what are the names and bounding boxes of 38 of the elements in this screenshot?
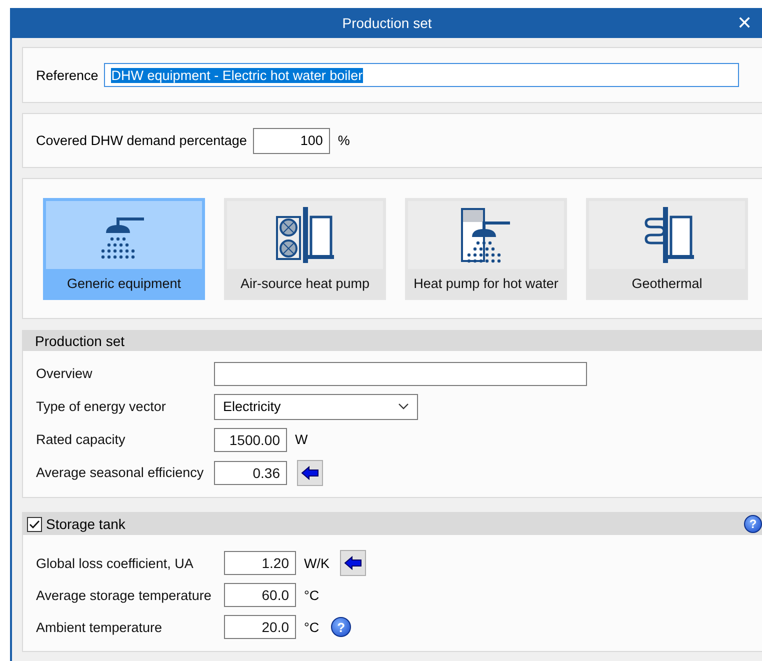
energy-vector-dropdown[interactable]: Electricity	[214, 394, 418, 420]
arrow-left-icon	[301, 466, 319, 480]
close-button[interactable]: ✕	[733, 11, 756, 35]
overview-field[interactable]	[214, 362, 587, 386]
field-label: Reference	[36, 68, 98, 82]
number-field[interactable]: 1.20	[224, 551, 296, 575]
unit-label: °C	[304, 588, 320, 602]
field-label: Type of energy vector	[36, 399, 167, 414]
unit-label: W	[295, 432, 308, 447]
number-field[interactable]: 1500.00	[214, 428, 287, 452]
number-field[interactable]: 20.0	[224, 615, 296, 639]
unit-label: W/K	[304, 556, 330, 570]
assign-button[interactable]	[340, 550, 366, 576]
field-label: Ambient temperature	[36, 620, 164, 634]
reference-field[interactable]: DHW equipment - Electric hot water boiler	[104, 63, 739, 87]
chevron-down-icon	[398, 403, 409, 410]
arrow-left-icon	[344, 556, 362, 570]
field-label: Average seasonal efficiency	[36, 465, 205, 480]
equipment-tile[interactable]: Generic equipment	[43, 198, 205, 300]
field-label: Average storage temperature	[36, 588, 212, 602]
window-title: Production set	[342, 15, 432, 31]
field-label: Global loss coefficient, UA	[36, 556, 194, 570]
number-field[interactable]: 0.36	[214, 460, 287, 484]
unit-label: %	[338, 133, 350, 148]
equipment-tile[interactable]: Heat pump for hot water	[405, 198, 567, 300]
number-field[interactable]: 60.0	[224, 583, 296, 607]
heat-pump-icon	[275, 205, 335, 265]
section-title: Production set	[35, 333, 124, 349]
equipment-tile[interactable]: Geothermal	[586, 198, 748, 300]
percentage-field[interactable]: 100	[252, 128, 330, 154]
unit-label: °C	[304, 620, 320, 634]
field-label: Covered DHW demand percentage	[36, 133, 247, 148]
field-label: Overview	[36, 366, 94, 381]
assign-button[interactable]	[297, 460, 323, 486]
checkmark-icon	[29, 520, 40, 528]
storage-tank-checkbox[interactable]: Storage tank	[27, 516, 126, 532]
equipment-tile[interactable]: Air-source heat pump	[224, 198, 386, 300]
field-label: Rated capacity	[36, 432, 126, 447]
